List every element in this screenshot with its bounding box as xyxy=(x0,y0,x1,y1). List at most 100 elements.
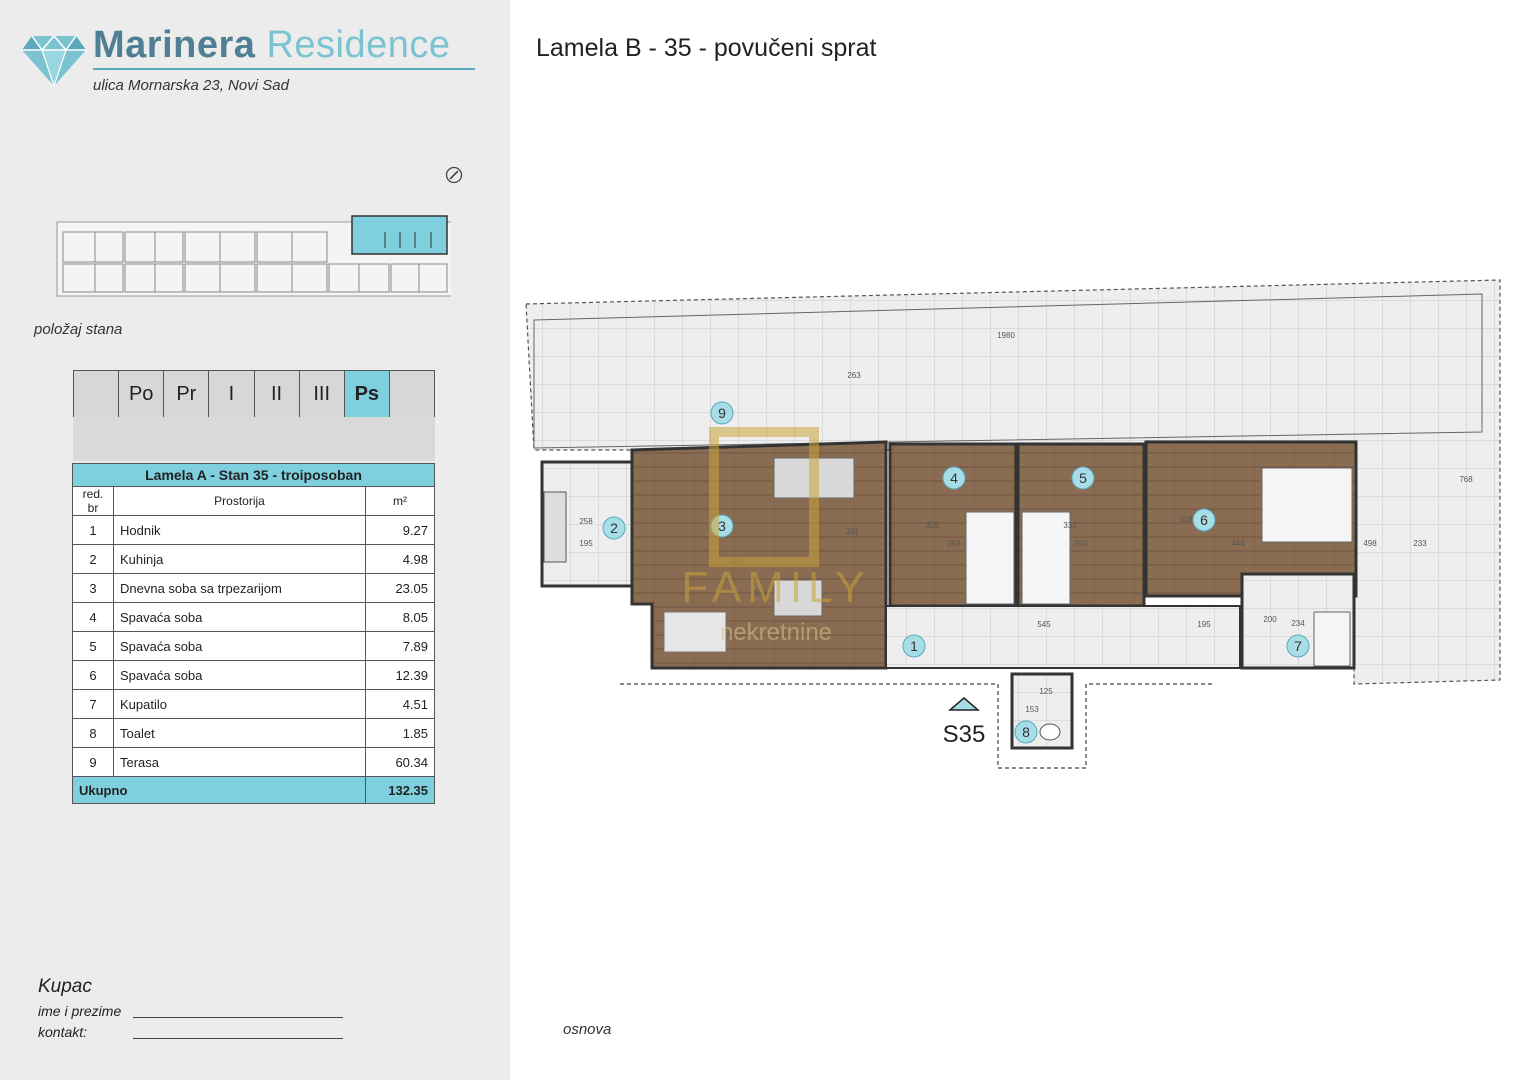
bed-6 xyxy=(1261,467,1353,543)
room-number-1: 1 xyxy=(910,638,918,654)
row-area: 4.98 xyxy=(365,544,435,574)
row-no: 5 xyxy=(72,631,114,661)
row-area: 9.27 xyxy=(365,515,435,545)
floor-tab-i[interactable]: I xyxy=(208,371,253,417)
room-number-6: 6 xyxy=(1200,512,1208,528)
floor-tab-po[interactable]: Po xyxy=(118,371,163,417)
row-room: Toalet xyxy=(113,718,366,748)
row-area: 8.05 xyxy=(365,602,435,632)
sidebar: Marinera Residence ulica Mornarska 23, N… xyxy=(0,0,510,1080)
table-row: 9 Terasa 60.34 xyxy=(72,747,435,777)
row-area: 23.05 xyxy=(365,573,435,603)
row-area: 60.34 xyxy=(365,747,435,777)
dim-label: 319 xyxy=(1179,515,1193,524)
north-arrow-icon xyxy=(445,166,463,184)
table-row: 4 Spavaća soba 8.05 xyxy=(72,602,435,632)
key-plan-map xyxy=(56,215,451,297)
dim-label: 768 xyxy=(1459,475,1473,484)
buyer-contact-field[interactable]: kontakt: xyxy=(38,1024,343,1040)
dim-label: 250 xyxy=(1073,539,1087,548)
floor-tab-ii[interactable]: II xyxy=(253,371,299,417)
dim-label: 200 xyxy=(1263,615,1277,624)
row-no: 3 xyxy=(72,573,114,603)
dim-label: 125 xyxy=(1039,687,1053,696)
floor-cell-blank-left xyxy=(74,371,118,417)
watermark-top: FAMILY xyxy=(681,563,870,612)
row-no: 4 xyxy=(72,602,114,632)
buyer-name-field[interactable]: ime i prezime xyxy=(38,1003,343,1019)
diamond-logo-icon xyxy=(22,36,86,86)
buyer-name-line xyxy=(133,1017,343,1018)
table-row: 7 Kupatilo 4.51 xyxy=(72,689,435,719)
row-area: 7.89 xyxy=(365,631,435,661)
entrance-arrow-icon xyxy=(947,697,981,711)
buyer-contact-label: kontakt: xyxy=(38,1024,88,1040)
dim-label: 444 xyxy=(1231,539,1245,548)
toilet-bowl xyxy=(1039,723,1061,741)
table-row: 2 Kuhinja 4.98 xyxy=(72,544,435,574)
floor-tab-iii[interactable]: III xyxy=(298,371,344,417)
brand-name: Marinera Residence xyxy=(93,24,451,67)
brand-address: ulica Mornarska 23, Novi Sad xyxy=(93,77,289,94)
floor-cell-blank-right xyxy=(388,371,434,417)
row-room: Terasa xyxy=(113,747,366,777)
room-number-4: 4 xyxy=(950,470,958,486)
table-row: 3 Dnevna soba sa trpezarijom 23.05 xyxy=(72,573,435,603)
room-table-title: Lamela A - Stan 35 - troiposoban xyxy=(72,463,435,487)
table-total-row: Ukupno 132.35 xyxy=(72,776,435,804)
room-number-8: 8 xyxy=(1022,724,1030,740)
dim-label: 333 xyxy=(1063,521,1077,530)
unit-label: S35 xyxy=(943,721,986,748)
entrance-marker: S35 xyxy=(943,697,986,748)
floor-selector-spacer xyxy=(73,417,435,461)
dim-label: 153 xyxy=(1025,705,1039,714)
outer-corridor-outline xyxy=(620,683,1214,769)
buyer-title: Kupac xyxy=(38,976,92,997)
table-row: 1 Hodnik 9.27 xyxy=(72,515,435,545)
buyer-contact-line xyxy=(133,1038,343,1039)
brand-name-part1: Marinera xyxy=(93,24,256,66)
page-title: Lamela B - 35 - povučeni sprat xyxy=(536,34,877,62)
dim-label: 195 xyxy=(1197,620,1211,629)
floor-tab-pr[interactable]: Pr xyxy=(163,371,208,417)
dining-table xyxy=(663,611,727,653)
dim-label: 258 xyxy=(579,517,593,526)
dim-label: 545 xyxy=(1037,620,1051,629)
row-room: Spavaća soba xyxy=(113,631,366,661)
hallway xyxy=(885,605,1241,669)
row-no: 6 xyxy=(72,660,114,690)
header-area: m² xyxy=(365,486,435,516)
floor-plan: 1 2 3 4 5 6 7 8 9 1980 263 768 258 195 5… xyxy=(525,279,1501,769)
row-room: Spavaća soba xyxy=(113,660,366,690)
table-row: 6 Spavaća soba 12.39 xyxy=(72,660,435,690)
row-no: 2 xyxy=(72,544,114,574)
room-table: Lamela A - Stan 35 - troiposoban red. br… xyxy=(72,463,435,804)
row-room: Spavaća soba xyxy=(113,602,366,632)
table-row: 8 Toalet 1.85 xyxy=(72,718,435,748)
shower xyxy=(1313,611,1351,667)
brand-underline xyxy=(93,68,475,70)
dim-label: 195 xyxy=(579,539,593,548)
location-label: položaj stana xyxy=(34,321,123,338)
room-number-2: 2 xyxy=(610,520,618,536)
table-row: 5 Spavaća soba 7.89 xyxy=(72,631,435,661)
watermark-bottom: nekretnine xyxy=(720,619,832,646)
room-number-7: 7 xyxy=(1294,638,1302,654)
row-no: 9 xyxy=(72,747,114,777)
row-room: Dnevna soba sa trpezarijom xyxy=(113,573,366,603)
row-no: 7 xyxy=(72,689,114,719)
bed-4 xyxy=(965,511,1015,605)
brand-name-part2: Residence xyxy=(266,24,451,66)
header-room: Prostorija xyxy=(113,486,366,516)
room-number-3: 3 xyxy=(718,518,726,534)
floor-tab-ps[interactable]: Ps xyxy=(343,371,389,417)
row-area: 12.39 xyxy=(365,660,435,690)
dim-label: 1980 xyxy=(997,331,1015,340)
kitchen-counter xyxy=(543,491,567,563)
header-no: red. br xyxy=(72,486,114,516)
floor-selector: Po Pr I II III Ps xyxy=(73,370,435,418)
row-no: 1 xyxy=(72,515,114,545)
total-label: Ukupno xyxy=(72,776,366,804)
dim-label: 498 xyxy=(1363,539,1377,548)
plan-caption: osnova xyxy=(563,1021,612,1038)
